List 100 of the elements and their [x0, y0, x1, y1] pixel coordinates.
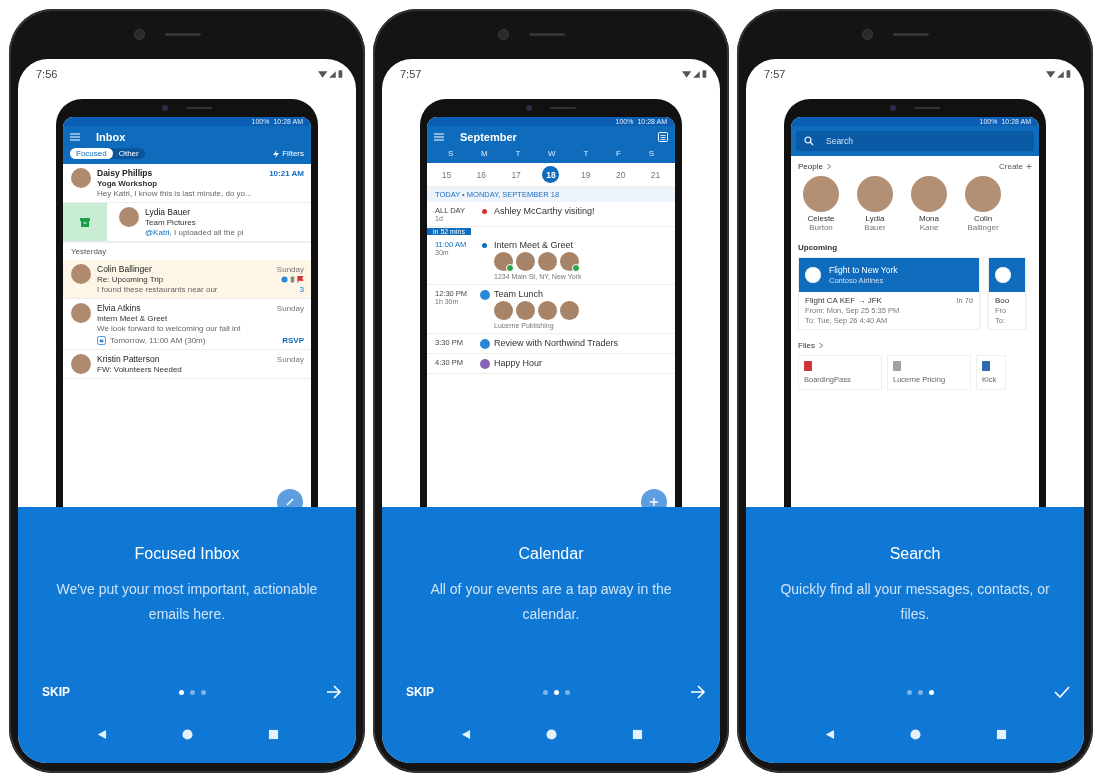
status-time: 7:56	[36, 68, 58, 80]
card-title: Flight to New York	[829, 265, 898, 275]
chevron-icon	[825, 163, 832, 170]
message-row[interactable]: Kristin Patterson Sunday FW: Volunteers Needed	[63, 350, 311, 379]
date-cell[interactable]: 17	[507, 166, 525, 183]
attachment-icon	[289, 276, 296, 283]
weekday-label: T	[515, 149, 521, 158]
message-preview: Hey Katri, I know this is last minute, do yo...	[97, 189, 252, 198]
contact-last-name: Burton	[809, 223, 833, 232]
date-cell[interactable]: 21	[647, 166, 664, 183]
rsvp-button[interactable]: RSVP	[282, 336, 304, 345]
skip-button[interactable]: SKIP	[406, 685, 434, 699]
contact-avatar[interactable]	[803, 176, 839, 212]
message-preview: @Katri, I uploaded all the pi	[145, 228, 244, 237]
message-subject: Re: Upcoming Trip	[97, 275, 164, 284]
feature-title: Calendar	[518, 545, 584, 563]
sender-name: Lydia Bauer	[145, 207, 191, 217]
search-field[interactable]: Search	[796, 131, 1034, 151]
back-icon[interactable]	[823, 729, 835, 740]
plus-icon	[649, 497, 659, 507]
check-icon[interactable]	[1054, 685, 1070, 699]
message-row[interactable]: Lydia Bauer Team Pictures @Katri, I uploaded all the pi	[63, 203, 311, 242]
message-row[interactable]: Colin Ballinger Sunday Re: Upcoming Trip I found these restaurants near our 3	[63, 260, 311, 299]
event-time: Tomorrow, 11:00 AM (30m)	[110, 336, 207, 345]
message-subject: Team Pictures	[145, 218, 196, 227]
menu-icon[interactable]	[70, 132, 80, 142]
skip-button[interactable]: SKIP	[42, 685, 70, 699]
feature-title: Focused Inbox	[134, 545, 240, 563]
date-cell[interactable]: 19	[577, 166, 595, 183]
event-title: Intern Meet & Greet	[494, 240, 575, 250]
message-time: Sunday	[276, 264, 304, 274]
message-subject: FW: Volunteers Needed	[97, 365, 182, 374]
contact-avatar[interactable]	[965, 176, 1001, 212]
pencil-icon	[285, 497, 295, 507]
message-time: 10:21 AM	[269, 168, 304, 178]
archive-action[interactable]	[63, 203, 107, 241]
message-row[interactable]: Elvia Atkins Sunday Intern Meet & Greet We look forward to welcoming our fall int Tomorrow, 11:00 AM (30m) RSVP	[63, 299, 311, 350]
date-cell[interactable]: 18	[542, 166, 560, 183]
event-title: Happy Hour	[494, 358, 544, 368]
plus-icon	[1026, 163, 1032, 170]
camera-lens	[861, 28, 873, 40]
date-cell[interactable]: 15	[437, 166, 455, 183]
date-cell[interactable]: 20	[612, 166, 630, 183]
avatar	[71, 354, 91, 374]
sender-name: Daisy Phillips	[97, 168, 153, 178]
status-time: 7:57	[764, 68, 786, 80]
camera-lens	[497, 28, 509, 40]
menu-icon[interactable]	[434, 132, 444, 142]
recents-icon[interactable]	[267, 729, 279, 740]
contact-first-name: Mona	[919, 214, 939, 223]
event-title: Team Lunch	[494, 289, 545, 299]
message-time: Sunday	[276, 303, 304, 313]
weekday-label: W	[548, 149, 556, 158]
avatar	[71, 303, 91, 323]
folder-tab[interactable]: Focused	[70, 148, 113, 159]
recents-icon[interactable]	[631, 729, 643, 740]
weekday-label: S	[648, 149, 655, 158]
contact-last-name: Bauer	[864, 223, 886, 232]
calendar-icon	[97, 336, 106, 345]
contact-last-name: Ballinger	[967, 223, 999, 232]
weekday-label: T	[583, 149, 589, 158]
event-title: Ashley McCarthy visiting!	[494, 206, 596, 216]
lightning-icon	[273, 149, 280, 158]
camera-lens	[526, 105, 532, 111]
message-preview: I found these restaurants near our	[97, 285, 218, 294]
feature-description: Quickly find all your messages, contacts, or files.	[779, 580, 1051, 624]
flight-number: Flight CA KEF → JFK	[805, 296, 882, 305]
feature-description: All of your events are a tap away in the calendar.	[429, 580, 673, 624]
camera-lens	[133, 28, 145, 40]
upcoming-label: Upcoming	[798, 243, 838, 252]
thread-count: 3	[299, 285, 304, 294]
next-arrow-icon[interactable]	[326, 685, 342, 699]
contact-first-name: Lydia	[865, 214, 885, 223]
message-row[interactable]: Daisy Phillips 10:21 AM Yoga Workshop Hey Katri, I know this is last minute, do yo...	[63, 164, 311, 203]
create-button[interactable]: Create	[999, 162, 1032, 171]
weekday-label: S	[447, 149, 454, 158]
contact-avatar[interactable]	[911, 176, 947, 212]
filters-button[interactable]: Filters	[273, 149, 304, 158]
flag-icon	[297, 276, 304, 283]
contact-avatar[interactable]	[857, 176, 893, 212]
camera-lens	[162, 105, 168, 111]
folder-tab[interactable]: Other	[112, 148, 145, 159]
camera-lens	[890, 105, 896, 111]
files-link[interactable]: Files	[798, 341, 824, 350]
back-icon[interactable]	[95, 729, 107, 740]
event-title: Review with Northwind Traders	[494, 338, 620, 348]
date-cell[interactable]: 16	[472, 166, 490, 183]
mention-icon	[281, 276, 288, 283]
avatar	[71, 264, 91, 284]
home-icon[interactable]	[909, 729, 921, 740]
next-arrow-icon[interactable]	[690, 685, 706, 699]
home-icon[interactable]	[545, 729, 557, 740]
sender-name: Kristin Patterson	[97, 354, 160, 364]
weekday-label: M	[481, 149, 488, 158]
recents-icon[interactable]	[995, 729, 1007, 740]
agenda-view-icon[interactable]	[658, 132, 668, 142]
back-icon[interactable]	[459, 729, 471, 740]
home-icon[interactable]	[181, 729, 193, 740]
people-link[interactable]: People	[798, 162, 832, 171]
message-preview: We look forward to welcoming our fall int	[97, 324, 241, 333]
